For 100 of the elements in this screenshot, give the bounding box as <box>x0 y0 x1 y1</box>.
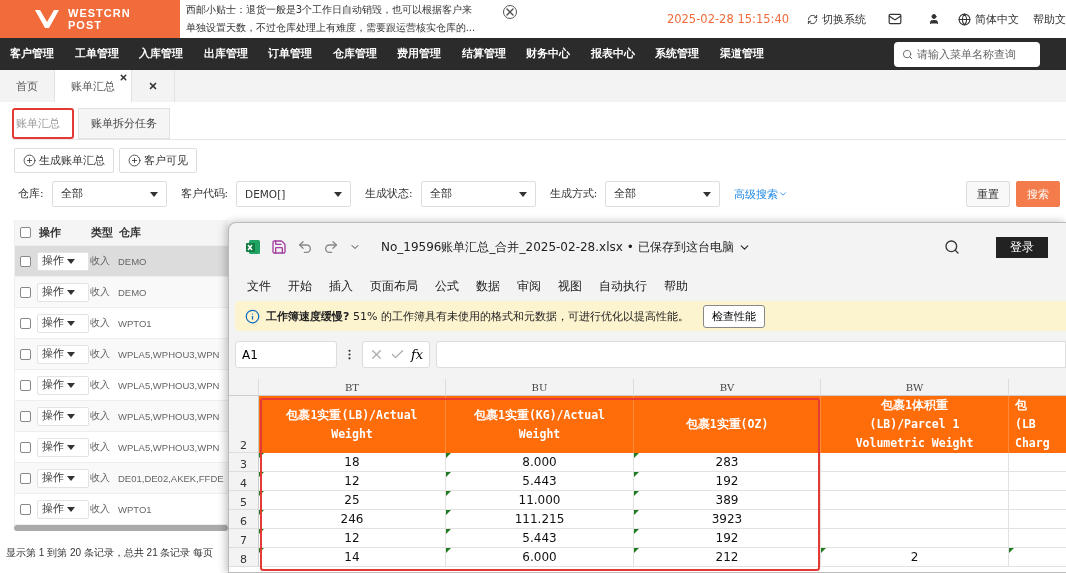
menu-tab[interactable]: 审阅 <box>517 277 541 295</box>
action-dropdown[interactable]: 操作 <box>37 499 89 519</box>
search-icon[interactable] <box>944 239 960 255</box>
action-dropdown[interactable]: 操作 <box>37 313 89 333</box>
error-indicator-icon[interactable] <box>634 453 639 458</box>
action-dropdown[interactable]: 操作 <box>37 468 89 488</box>
row-number[interactable]: 7 <box>229 529 259 548</box>
nav-item[interactable]: 财务中心 <box>526 47 570 61</box>
help-link[interactable]: 帮助文 <box>1033 11 1066 27</box>
table-row[interactable]: 操作 收入 DEMO <box>15 277 228 308</box>
error-indicator-icon[interactable] <box>259 453 264 458</box>
page-tab[interactable]: 账单汇总 <box>55 70 132 102</box>
checkbox[interactable] <box>20 286 31 298</box>
redo-icon[interactable] <box>323 239 339 255</box>
error-indicator-icon[interactable] <box>446 472 451 477</box>
checkbox[interactable] <box>20 503 31 515</box>
error-indicator-icon[interactable] <box>259 472 264 477</box>
nav-item[interactable]: 仓库管理 <box>332 47 377 61</box>
row-number[interactable]: 3 <box>229 453 259 472</box>
error-indicator-icon[interactable] <box>634 548 639 553</box>
undo-icon[interactable] <box>297 239 313 255</box>
error-indicator-icon[interactable] <box>446 453 451 458</box>
action-dropdown[interactable]: 操作 <box>37 251 89 271</box>
checkbox[interactable] <box>20 348 31 360</box>
error-indicator-icon[interactable] <box>259 491 264 496</box>
close-icon[interactable] <box>119 73 128 82</box>
nav-item[interactable]: 客户管理 <box>10 47 54 61</box>
error-indicator-icon[interactable] <box>446 529 451 534</box>
menu-search-field[interactable]: 请输入菜单名称查询 <box>894 41 1040 67</box>
row-number[interactable]: 5 <box>229 491 259 510</box>
nav-item[interactable]: 入库管理 <box>139 47 183 61</box>
menu-tab[interactable]: 视图 <box>558 277 582 295</box>
nav-item[interactable]: 渠道管理 <box>719 47 764 61</box>
checkbox[interactable] <box>20 472 31 484</box>
error-indicator-icon[interactable] <box>1009 548 1014 553</box>
error-indicator-icon[interactable] <box>634 472 639 477</box>
column-header[interactable]: BW <box>821 379 1009 396</box>
error-indicator-icon[interactable] <box>259 548 264 553</box>
error-indicator-icon[interactable] <box>634 510 639 515</box>
action-dropdown[interactable]: 操作 <box>37 406 89 426</box>
table-row[interactable]: 操作 收入 DE01,DE02,AKEK,FFDE <box>15 463 228 494</box>
nav-item[interactable]: 费用管理 <box>397 47 441 61</box>
table-row[interactable]: 操作 收入 WPLA5,WPHOU3,WPN <box>15 339 228 370</box>
action-dropdown[interactable]: 操作 <box>37 282 89 302</box>
menu-tab[interactable]: 帮助 <box>664 277 688 295</box>
file-name[interactable]: No_19596账单汇总_合并_2025-02-28.xlsx • 已保存到这台电脑 <box>381 238 751 256</box>
action-dropdown[interactable]: 操作 <box>37 375 89 395</box>
menu-tab[interactable]: 页面布局 <box>370 277 418 295</box>
close-icon[interactable] <box>148 81 158 91</box>
mail-icon[interactable] <box>888 12 903 26</box>
reset-button[interactable]: 重置 <box>966 181 1010 207</box>
table-row[interactable]: 操作 收入 DEMO <box>15 246 228 277</box>
column-header[interactable]: BT <box>259 379 446 396</box>
action-dropdown[interactable]: 操作 <box>37 437 89 457</box>
menu-tab[interactable]: 自动执行 <box>599 277 647 295</box>
checkbox[interactable] <box>20 410 31 422</box>
action-button[interactable]: 客户可见 <box>119 148 197 173</box>
menu-tab[interactable]: 公式 <box>435 277 459 295</box>
scrollbar[interactable] <box>14 525 228 531</box>
error-indicator-icon[interactable] <box>259 510 264 515</box>
action-button[interactable]: 生成账单汇总 <box>14 148 114 173</box>
row-number[interactable]: 2 <box>229 396 259 453</box>
nav-item[interactable]: 工单管理 <box>74 47 119 61</box>
table-row[interactable]: 操作 收入 WPLA5,WPHOU3,WPN <box>15 401 228 432</box>
name-box[interactable]: A1 <box>235 341 337 368</box>
sub-tab[interactable]: 账单拆分任务 <box>78 108 170 139</box>
checkbox[interactable] <box>20 441 31 453</box>
nav-item[interactable]: 报表中心 <box>590 47 635 61</box>
nav-item[interactable]: 系统管理 <box>655 47 699 61</box>
error-indicator-icon[interactable] <box>634 529 639 534</box>
menu-tab[interactable]: 文件 <box>247 277 271 295</box>
check-performance-button[interactable]: 检查性能 <box>702 304 765 328</box>
row-number[interactable]: 8 <box>229 548 259 567</box>
filter-select[interactable]: 全部 <box>420 181 536 207</box>
error-indicator-icon[interactable] <box>634 491 639 496</box>
filter-select[interactable]: 全部 <box>51 181 167 207</box>
formula-input[interactable] <box>436 341 1066 368</box>
column-header[interactable]: BU <box>446 379 634 396</box>
error-indicator-icon[interactable] <box>446 491 451 496</box>
menu-tab[interactable]: 数据 <box>476 277 500 295</box>
row-number[interactable]: 6 <box>229 510 259 529</box>
nav-item[interactable]: 订单管理 <box>268 47 312 61</box>
column-header[interactable]: BV <box>634 379 821 396</box>
nav-item[interactable]: 结算管理 <box>461 47 506 61</box>
login-button[interactable]: 登录 <box>996 236 1048 258</box>
error-indicator-icon[interactable] <box>821 548 826 553</box>
language-link[interactable]: 简体中文 <box>958 11 1019 27</box>
checkbox[interactable] <box>20 379 31 391</box>
checkbox[interactable] <box>20 227 31 238</box>
menu-tab[interactable]: 开始 <box>288 277 312 295</box>
error-indicator-icon[interactable] <box>259 529 264 534</box>
insert-function-button[interactable]: fx <box>411 347 424 362</box>
filter-select[interactable]: DEMO[] <box>236 181 352 207</box>
filter-select[interactable]: 全部 <box>605 181 721 207</box>
checkbox[interactable] <box>20 317 31 329</box>
save-icon[interactable] <box>271 239 287 255</box>
row-number[interactable]: 4 <box>229 472 259 491</box>
error-indicator-icon[interactable] <box>446 548 451 553</box>
menu-tab[interactable]: 插入 <box>329 277 353 295</box>
user-icon[interactable] <box>928 13 940 25</box>
